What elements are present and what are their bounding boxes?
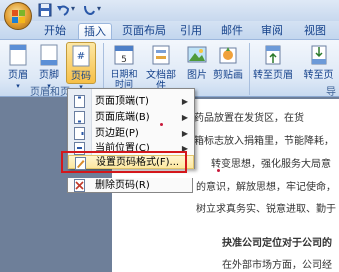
office-logo-icon — [12, 10, 25, 23]
menu-item-remove-page-numbers[interactable]: 删除页码(R) — [67, 178, 193, 193]
picture-icon — [187, 46, 207, 63]
tab-insert[interactable]: 插入 — [78, 23, 112, 39]
save-icon[interactable] — [38, 3, 52, 17]
quick-access-toolbar: ▾ ▾ — [0, 0, 339, 21]
page-number-icon: # — [72, 45, 90, 67]
page-margins-icon — [74, 127, 85, 140]
doc-line: 的意识，解放思想，牢记使命， — [196, 182, 336, 193]
doc-line: 在外部市场方面，公司经 — [222, 260, 332, 271]
doc-line: 药品放置在发货区，在货 — [194, 113, 304, 124]
tab-review[interactable]: 审阅 — [258, 23, 286, 39]
goto-header-button[interactable]: 转至页眉 — [253, 42, 293, 84]
page-number-button[interactable]: # 页码 ▾ — [66, 42, 96, 91]
top-of-page-icon — [74, 95, 85, 108]
remove-page-numbers-icon — [74, 179, 85, 192]
doc-heading: 抉准公司定位对于公司的 — [222, 238, 332, 249]
doc-line: 箱标志放入捐箱里，节能降耗， — [194, 136, 334, 147]
pointer-dot — [217, 169, 220, 172]
undo-dropdown-icon[interactable]: ▾ — [71, 4, 75, 13]
picture-label: 图片 — [187, 70, 207, 81]
tab-references[interactable]: 引用 — [177, 23, 205, 39]
header-icon — [9, 44, 27, 66]
goto-footer-icon — [311, 45, 326, 65]
redo-icon[interactable] — [82, 3, 96, 17]
date-time-button[interactable]: 5 日期和 时间 — [108, 42, 140, 90]
menu-item-page-margins[interactable]: 页边距(P) ▶ — [68, 126, 194, 141]
header-dropdown-icon: ▾ — [16, 82, 20, 90]
menu-item-label: 页边距(P) — [95, 128, 139, 139]
header-button[interactable]: 页眉 ▾ — [6, 42, 30, 90]
office-button[interactable] — [4, 2, 32, 30]
clip-art-icon — [219, 47, 237, 64]
tab-page-layout[interactable]: 页面布局 — [118, 23, 170, 39]
menu-item-label: 页面顶端(T) — [95, 96, 149, 107]
quick-parts-icon — [152, 45, 170, 65]
customize-qat-icon[interactable]: ▾ — [97, 4, 101, 13]
quick-parts-button[interactable]: 文档部件 ▾ — [142, 42, 180, 101]
goto-footer-button[interactable]: 转至页 — [298, 42, 339, 84]
doc-line: 转变思想，强化服务大局意 — [211, 159, 331, 170]
undo-icon[interactable] — [56, 3, 70, 17]
menu-item-bottom-of-page[interactable]: 页面底端(B) ▶ — [68, 110, 194, 125]
clip-art-label: 剪贴画 — [213, 70, 243, 81]
svg-text:5: 5 — [121, 55, 127, 65]
date-time-label: 日期和 时间 — [110, 70, 138, 90]
tab-home[interactable]: 开始 — [40, 23, 70, 39]
ribbon-separator — [249, 43, 250, 95]
ribbon-tabs: 开始 插入 页面布局 引用 邮件 审阅 视图 — [0, 21, 339, 39]
submenu-arrow-icon: ▶ — [181, 97, 188, 106]
menu-item-label: 删除页码(R) — [95, 180, 150, 191]
tab-mailings[interactable]: 邮件 — [218, 23, 246, 39]
tab-view[interactable]: 视图 — [301, 23, 329, 39]
word-window: ▾ ▾ 开始 插入 页面布局 引用 邮件 审阅 视图 页眉 ▾ 页脚 ▾ # 页… — [0, 0, 339, 272]
page-number-label: 页码 — [71, 71, 91, 82]
menu-item-top-of-page[interactable]: 页面顶端(T) ▶ — [68, 94, 194, 109]
goto-header-label: 转至页眉 — [253, 70, 293, 81]
pointer-dot — [160, 123, 163, 126]
calendar-icon: 5 — [114, 45, 134, 65]
goto-footer-label: 转至页 — [303, 70, 334, 81]
submenu-arrow-icon: ▶ — [181, 113, 188, 122]
menu-item-label: 页面底端(B) — [95, 112, 150, 123]
highlight-box — [61, 151, 187, 173]
goto-header-icon — [265, 45, 281, 65]
bottom-of-page-icon — [74, 111, 85, 124]
clip-art-button[interactable]: 剪贴画 — [212, 42, 244, 84]
picture-button[interactable]: 图片 — [184, 42, 210, 84]
svg-text:#: # — [77, 51, 85, 62]
submenu-arrow-icon: ▶ — [181, 129, 188, 138]
footer-icon — [40, 44, 58, 66]
doc-line: 树立求真务实、锐意进取、勤于 — [196, 204, 336, 215]
header-label: 页眉 — [8, 70, 28, 81]
footer-button[interactable]: 页脚 ▾ — [36, 42, 62, 90]
footer-label: 页脚 — [39, 70, 59, 81]
